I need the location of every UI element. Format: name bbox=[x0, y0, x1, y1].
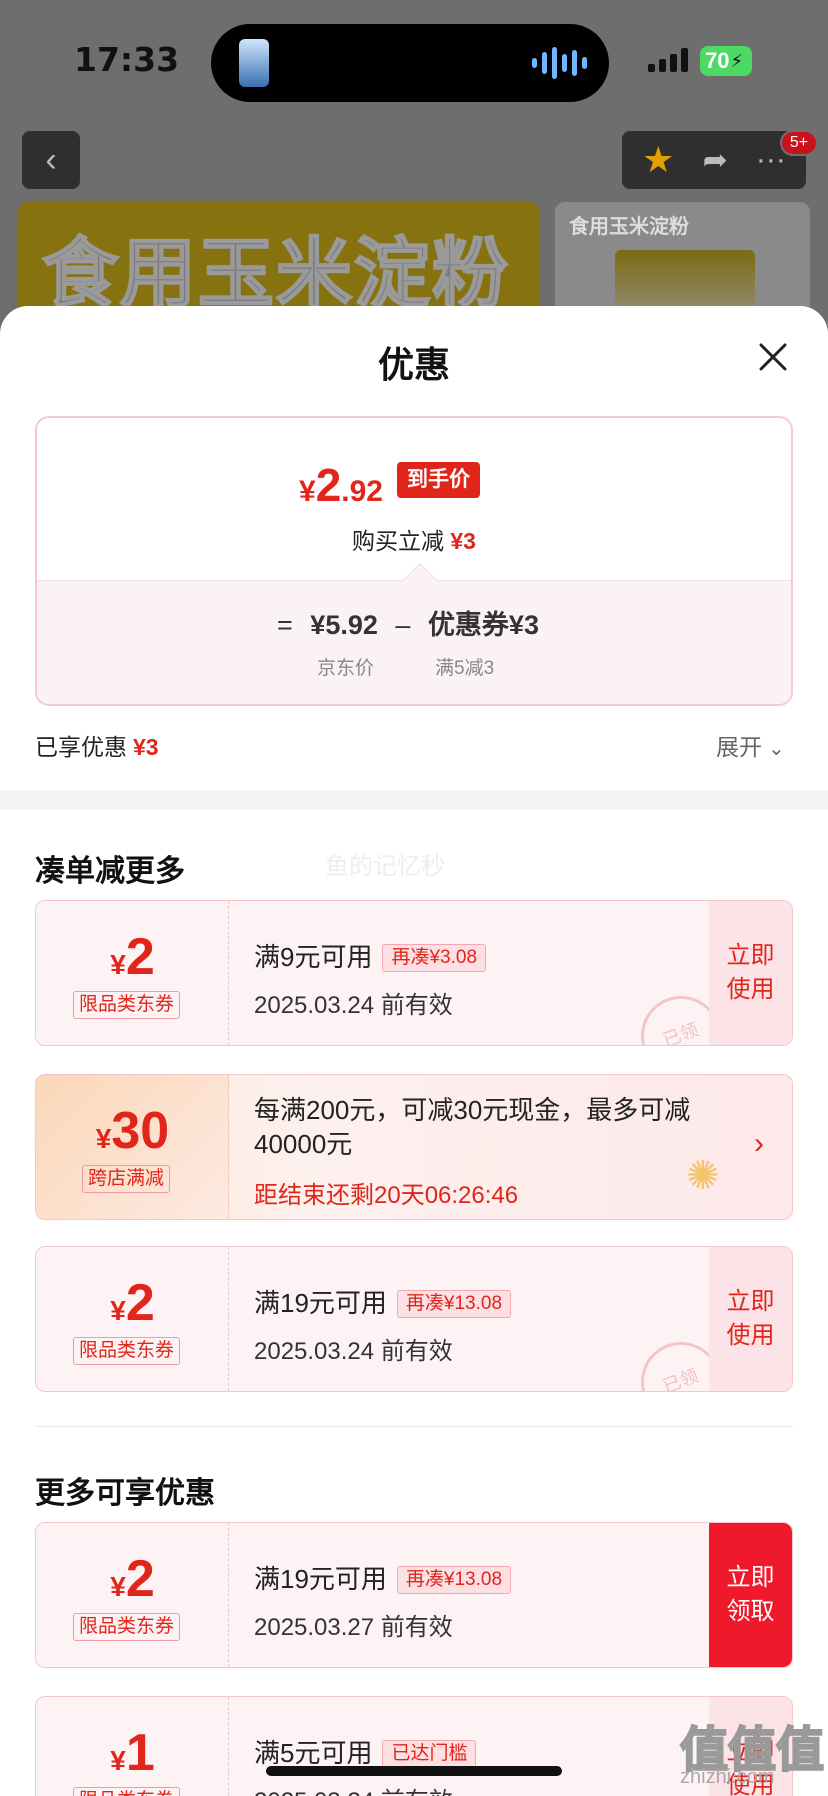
user-watermark: 鱼的记忆秒 bbox=[325, 853, 445, 880]
charging-icon: ⚡ bbox=[730, 50, 744, 71]
chevron-left-icon: ‹ bbox=[45, 140, 57, 179]
coupon-currency: ¥ bbox=[95, 1123, 112, 1154]
back-button[interactable]: ‹ bbox=[22, 131, 80, 189]
coupon-deduction: 优惠券¥3 bbox=[427, 610, 539, 640]
final-price-integer: 2 bbox=[315, 459, 342, 511]
dynamic-island bbox=[211, 24, 609, 102]
more-deals-title: 凑单减更多 bbox=[35, 855, 185, 888]
sparkle-icon: ✺ bbox=[686, 1154, 720, 1198]
coupon-kind: 限品类东券 bbox=[73, 1613, 181, 1641]
coupon-currency: ¥ bbox=[110, 1571, 126, 1602]
coupon-amount: ¥1 bbox=[36, 1723, 229, 1783]
coupon-amount: ¥30 bbox=[36, 1101, 229, 1161]
use-now-button[interactable]: 立即使用 bbox=[709, 901, 792, 1045]
chevron-down-icon: ⌄ bbox=[768, 738, 785, 760]
coupon-condition-row: 满19元可用 再凑¥13.08 bbox=[254, 1559, 512, 1596]
audio-wave-icon bbox=[532, 46, 587, 80]
battery-indicator: 70 ⚡ bbox=[700, 46, 752, 76]
cross-store-promo-card[interactable]: ¥30 跨店满减 每满200元，可减30元现金，最多可减40000元 距结束还剩… bbox=[35, 1074, 793, 1220]
message-badge: 5+ bbox=[780, 130, 818, 156]
coupon-expiry: 2025.03.27 前有效 bbox=[254, 1614, 453, 1641]
buy-reduce-label: 购买立减 bbox=[352, 528, 444, 554]
coupon-value: 2 bbox=[125, 1274, 155, 1332]
coupon-kind: 限品类东券 bbox=[73, 991, 181, 1019]
coupon-rule-label: 满5减3 bbox=[435, 658, 495, 679]
coupon-currency: ¥ bbox=[110, 1745, 126, 1776]
jd-price-label: 京东价 bbox=[317, 658, 375, 679]
use-now-button[interactable]: 立即使用 bbox=[709, 1247, 792, 1391]
coupon-condition: 满19元可用 bbox=[254, 1288, 387, 1318]
section-separator bbox=[0, 790, 828, 810]
coupon-card[interactable]: ¥2 限品类东券 满9元可用 再凑¥3.08 2025.03.24 前有效 已领 … bbox=[35, 900, 793, 1046]
coupon-condition-row: 满5元可用 已达门槛 bbox=[254, 1733, 477, 1770]
coupon-amount: ¥2 bbox=[36, 1549, 229, 1609]
coupon-amount: ¥2 bbox=[36, 1273, 229, 1333]
coupon-condition-row: 满9元可用 再凑¥3.08 bbox=[254, 937, 487, 974]
coupon-value: 2 bbox=[125, 928, 155, 986]
coupon-kind: 限品类东券 bbox=[73, 1337, 181, 1365]
section-divider bbox=[35, 1426, 793, 1427]
price-breakdown: = ¥5.92 – 优惠券¥3 京东价 满5减3 bbox=[37, 580, 791, 704]
coupon-kind: 限品类东券 bbox=[73, 1787, 181, 1796]
enjoyed-discount: 已享优惠 ¥3 bbox=[35, 728, 159, 762]
equals-sign: = bbox=[277, 610, 293, 640]
coupon-amount: ¥2 bbox=[36, 927, 229, 987]
enjoyed-label: 已享优惠 bbox=[35, 734, 127, 760]
jd-price: ¥5.92 bbox=[310, 610, 378, 640]
extra-deals-title: 更多可享优惠 bbox=[35, 1477, 215, 1510]
product-thumbnail-title: 食用玉米淀粉 bbox=[569, 216, 689, 238]
coupon-value: 1 bbox=[125, 1724, 155, 1782]
coupon-card[interactable]: ¥2 限品类东券 满19元可用 再凑¥13.08 2025.03.27 前有效 立… bbox=[35, 1522, 793, 1668]
coupon-card[interactable]: ¥2 限品类东券 满19元可用 再凑¥13.08 2025.03.24 前有效 已… bbox=[35, 1246, 793, 1392]
final-price-area: ¥2.92 到手价 购买立减 ¥3 bbox=[37, 418, 791, 580]
top-action-group: ★ ➦ ··· bbox=[622, 131, 806, 189]
buy-reduce-value: ¥3 bbox=[450, 528, 476, 554]
close-icon[interactable] bbox=[758, 342, 788, 372]
coupon-condition-row: 满19元可用 再凑¥13.08 bbox=[254, 1283, 512, 1320]
promo-description: 每满200元，可减30元现金，最多可减40000元 bbox=[254, 1095, 691, 1159]
chevron-right-icon[interactable]: › bbox=[754, 1127, 764, 1161]
coupon-gap-tag: 再凑¥13.08 bbox=[396, 1290, 512, 1318]
sheet-title: 优惠 bbox=[377, 344, 450, 385]
final-price-decimal: .92 bbox=[341, 475, 383, 508]
coupon-expiry: 2025.03.24 前有效 bbox=[254, 1781, 453, 1796]
enjoyed-value: ¥3 bbox=[133, 734, 159, 760]
claim-now-button[interactable]: 立即领取 bbox=[709, 1523, 792, 1667]
live-activity-thumbnail bbox=[239, 39, 269, 87]
coupon-gap-tag: 再凑¥3.08 bbox=[382, 944, 487, 972]
expand-button[interactable]: 展开 ⌄ bbox=[716, 728, 785, 762]
coupon-currency: ¥ bbox=[110, 1295, 126, 1326]
coupon-gap-tag: 再凑¥13.08 bbox=[396, 1566, 512, 1594]
status-time: 17:33 bbox=[74, 40, 180, 79]
minus-sign: – bbox=[395, 610, 411, 640]
final-price: ¥2.92 bbox=[299, 458, 383, 512]
price-formula: = ¥5.92 – 优惠券¥3 bbox=[277, 603, 549, 642]
coupon-expiry: 2025.03.24 前有效 bbox=[254, 1338, 453, 1365]
coupon-value: 2 bbox=[125, 1550, 155, 1608]
coupon-expiry: 2025.03.24 前有效 bbox=[254, 992, 453, 1019]
coupon-currency: ¥ bbox=[110, 949, 126, 980]
favorite-star-icon[interactable]: ★ bbox=[642, 139, 674, 181]
coupon-condition: 满9元可用 bbox=[254, 942, 373, 972]
site-watermark-url: zhizhi.com bbox=[680, 1766, 775, 1788]
coupon-value: 30 bbox=[111, 1102, 170, 1160]
home-indicator[interactable] bbox=[266, 1766, 562, 1776]
signal-icon bbox=[648, 48, 688, 72]
buy-reduce-line: 购买立减 ¥3 bbox=[37, 522, 791, 556]
promo-countdown: 距结束还剩20天06:26:46 bbox=[254, 1182, 519, 1209]
coupon-gap-tag: 已达门槛 bbox=[382, 1740, 477, 1768]
price-summary-card: ¥2.92 到手价 购买立减 ¥3 = ¥5.92 – 优惠券¥3 京东价 满5… bbox=[35, 416, 793, 706]
discount-sheet: 优惠 ¥2.92 到手价 购买立减 ¥3 = ¥5.92 – 优惠券¥3 京东价… bbox=[0, 306, 828, 1796]
coupon-kind: 跨店满减 bbox=[82, 1165, 171, 1193]
final-price-currency: ¥ bbox=[299, 475, 316, 508]
expand-label: 展开 bbox=[716, 734, 762, 760]
battery-level: 70 bbox=[705, 48, 730, 73]
coupon-condition: 满19元可用 bbox=[254, 1564, 387, 1594]
coupon-condition: 满5元可用 bbox=[254, 1738, 373, 1768]
final-price-tag: 到手价 bbox=[397, 462, 480, 498]
share-icon[interactable]: ➦ bbox=[703, 143, 728, 178]
